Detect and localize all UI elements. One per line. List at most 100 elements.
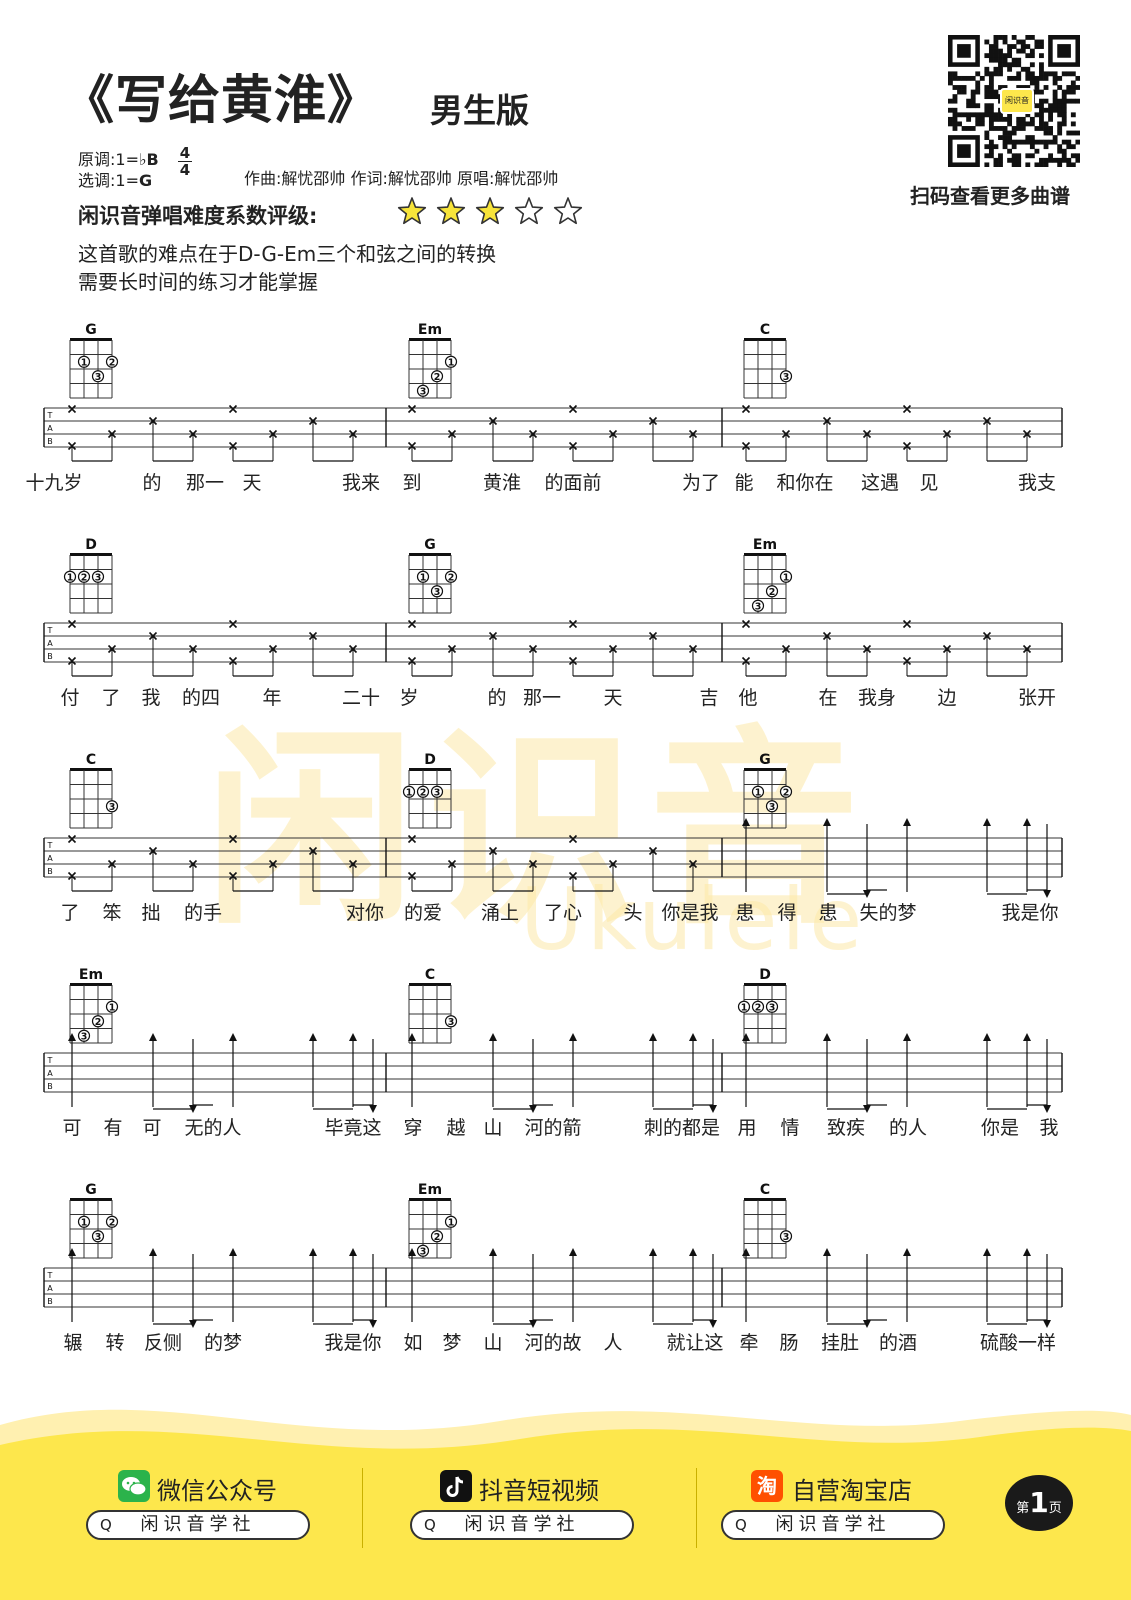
- time-signature-top: 4: [179, 144, 191, 162]
- qr-module: [998, 57, 1003, 63]
- tab-letter: T: [47, 411, 53, 420]
- qr-module: [1052, 94, 1058, 100]
- qr-module: [1043, 144, 1049, 150]
- qr-module: [1007, 121, 1013, 127]
- chord-name: D: [85, 537, 97, 553]
- qr-module: [1002, 53, 1008, 59]
- lyric-text: 的面前: [544, 472, 602, 494]
- qr-module: [1020, 39, 1026, 45]
- qr-module: [1011, 144, 1017, 150]
- qr-module: [1043, 85, 1049, 90]
- taobao-search-pill[interactable]: Q 闲识音学社: [721, 1510, 945, 1540]
- qr-module: [993, 89, 999, 95]
- strum-up-arrow: [149, 1033, 157, 1041]
- chord-diagram-c: C3: [69, 752, 119, 829]
- qr-module: [1070, 89, 1076, 95]
- qr-module: [1061, 103, 1067, 109]
- qr-module: [1057, 85, 1063, 90]
- qr-module: [1002, 126, 1008, 131]
- qr-module: [970, 89, 976, 95]
- lyric-text: 他: [738, 687, 758, 709]
- tab-letter: A: [47, 639, 53, 648]
- qr-module: [1070, 121, 1076, 127]
- lyric-text: 失的梦: [859, 902, 917, 924]
- qr-module: [1011, 162, 1017, 167]
- chord-diagram-c: C3: [743, 322, 793, 399]
- qr-module: [993, 126, 999, 131]
- strum-up-arrow: [489, 1033, 497, 1041]
- qr-module: [984, 144, 990, 150]
- tab-letter: A: [47, 1284, 53, 1293]
- qr-module: [1075, 85, 1080, 90]
- douyin-search-text: 闲识音学社: [464, 1514, 580, 1535]
- qr-module: [1066, 157, 1072, 163]
- search-icon: Q: [424, 1516, 436, 1534]
- wechat-search-pill[interactable]: Q 闲识音学社: [86, 1510, 310, 1540]
- picking-note: [902, 404, 912, 414]
- strum-up-arrow: [983, 1248, 991, 1256]
- footer-divider: [696, 1468, 697, 1548]
- qr-module: [984, 162, 990, 167]
- lyric-text: 的: [142, 472, 162, 494]
- qr-module: [1048, 139, 1053, 145]
- douyin-search-pill[interactable]: Q 闲识音学社: [410, 1510, 634, 1540]
- chosen-key-value: G: [138, 171, 153, 190]
- qr-module: [1070, 144, 1076, 150]
- qr-module: [998, 48, 1003, 54]
- note-line-1: 这首歌的难点在于D-G-Em三个和弦之间的转换: [78, 242, 497, 266]
- qr-module: [993, 116, 999, 122]
- qr-module: [1011, 126, 1017, 131]
- lyric-text: 了: [60, 902, 80, 924]
- qr-module: [979, 75, 985, 81]
- song-title: 《写给黄淮》: [62, 71, 381, 131]
- star-empty-icon: [553, 197, 583, 225]
- qr-module: [952, 121, 958, 127]
- lyric-text: 你是: [980, 1117, 1020, 1139]
- qr-module: [1020, 66, 1026, 72]
- chord-nut: [744, 768, 786, 771]
- picking-note: [67, 404, 77, 414]
- lyric-text: 患: [735, 902, 755, 924]
- qr-module: [1057, 103, 1063, 109]
- difficulty-label: 闲识音弹唱难度系数评级:: [78, 204, 318, 228]
- qr-module: [1007, 62, 1013, 68]
- qr-module: [1034, 126, 1040, 131]
- chord-diagram-em: Em 123: [743, 537, 793, 614]
- qr-module: [1048, 103, 1053, 109]
- qr-module: [1034, 162, 1040, 167]
- tab-letter: A: [47, 854, 53, 863]
- lyric-text: 了: [101, 687, 121, 709]
- chord-diagram-c: C3: [408, 967, 458, 1044]
- strum-up-arrow: [903, 1248, 911, 1256]
- qr-module: [957, 85, 962, 90]
- qr-module: [1029, 144, 1035, 150]
- chord-nut: [70, 338, 112, 341]
- star-filled-icon: [436, 197, 466, 225]
- strum-up-arrow: [823, 1248, 831, 1256]
- qr-module: [952, 98, 958, 104]
- qr-module: [1025, 35, 1031, 40]
- search-icon: Q: [100, 1516, 112, 1534]
- qr-module: [1007, 75, 1013, 81]
- chord-name: Em: [79, 967, 103, 983]
- strum-down-arrow: [1043, 1105, 1051, 1113]
- strum-up-arrow: [1023, 1248, 1031, 1256]
- qr-center-logo: 闲识音: [1000, 88, 1034, 114]
- chord-nut: [409, 1198, 451, 1201]
- strum-up-arrow: [229, 1033, 237, 1041]
- strum-up-arrow: [903, 818, 911, 826]
- qr-module: [1025, 121, 1031, 127]
- qr-module: [1007, 44, 1013, 49]
- lyric-text: 岁: [399, 687, 419, 709]
- qr-module: [948, 80, 953, 86]
- finger-number: 1: [448, 357, 455, 368]
- strum-up-arrow: [649, 1248, 657, 1256]
- lyric-text: 见: [919, 472, 939, 494]
- qr-module: [1043, 107, 1049, 113]
- lyric-text: 用: [737, 1117, 757, 1139]
- tab-row: D1 2 3G1 23Em123TAB: [43, 537, 1063, 677]
- qr-module: [984, 89, 990, 95]
- tab-letter: A: [47, 424, 53, 433]
- tab-row: C3D1 2 3G1 23TAB: [43, 752, 1063, 898]
- qr-module: [988, 112, 994, 118]
